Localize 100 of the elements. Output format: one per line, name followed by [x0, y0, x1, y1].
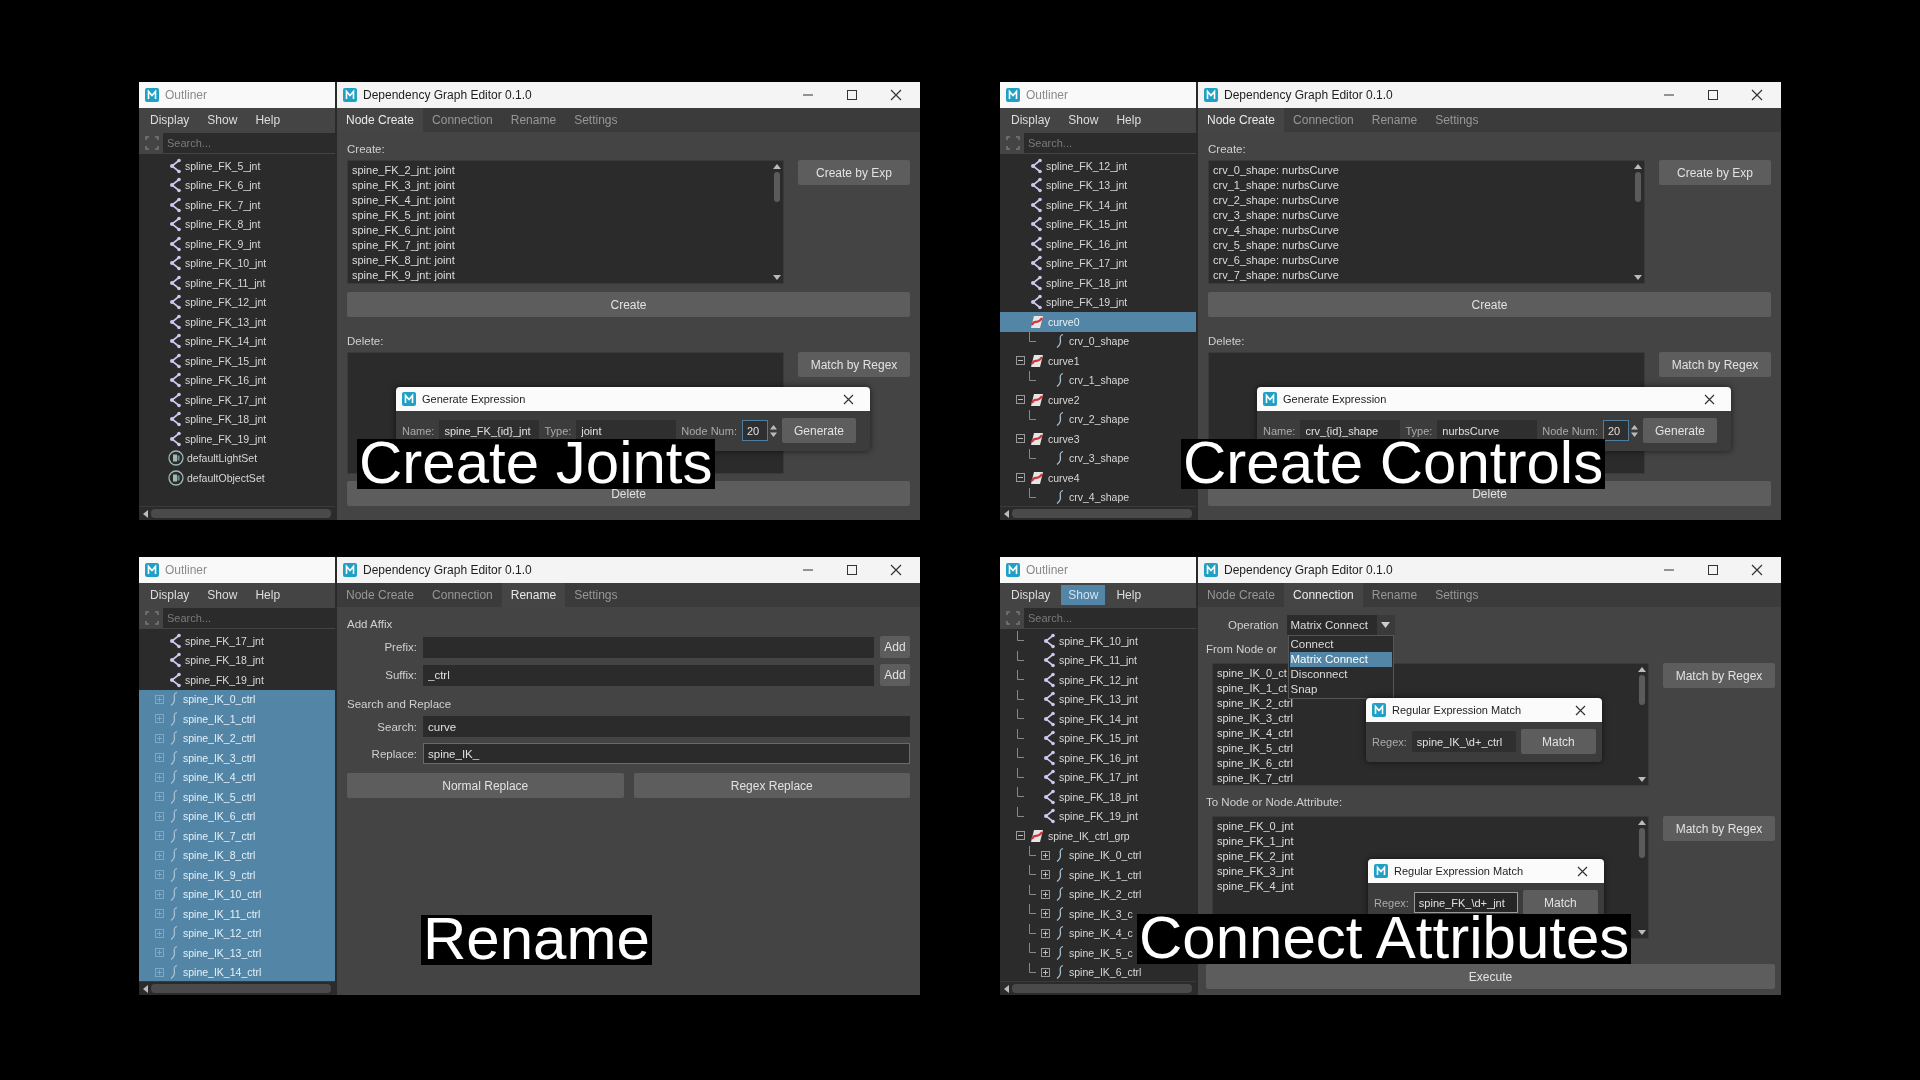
node-label[interactable]: defaultLightSet	[187, 452, 258, 465]
list-item[interactable]: crv_7_shape: nurbsCurve	[1213, 268, 1339, 283]
menu-item[interactable]: Show	[200, 585, 245, 605]
node-label[interactable]: curve4	[1048, 471, 1080, 484]
tab[interactable]: Node Create	[337, 583, 424, 607]
add-button[interactable]: Add	[880, 636, 910, 658]
node-label[interactable]: spline_FK_9_jnt	[185, 237, 261, 250]
menu-item[interactable]: Display	[1004, 585, 1058, 605]
tab[interactable]: Settings	[1426, 583, 1488, 607]
close-icon[interactable]	[1751, 564, 1763, 576]
node-label[interactable]: spline_FK_14_jnt	[185, 335, 267, 348]
node-label[interactable]: spine_IK_1_ctrl	[1069, 868, 1142, 881]
match-button[interactable]: Match	[1522, 890, 1598, 915]
outliner-row[interactable]: spine_IK_2_ctrl	[139, 728, 335, 748]
node-label[interactable]: spline_FK_13_jnt	[185, 315, 267, 328]
create-by-exp-button[interactable]: Create by Exp	[1659, 160, 1771, 185]
tab[interactable]: Rename	[501, 108, 566, 132]
node-label[interactable]: spline_FK_15_jnt	[185, 354, 267, 367]
node-label[interactable]: spine_FK_19_jnt	[1059, 810, 1138, 823]
expand-toggle-icon[interactable]	[154, 831, 164, 841]
dropdown-option[interactable]: Connect	[1289, 637, 1392, 652]
tab[interactable]: Settings	[565, 583, 627, 607]
text-field[interactable]: nurbsCurve	[1437, 420, 1538, 441]
text-field[interactable]: curve	[423, 716, 910, 737]
close-icon[interactable]	[1704, 393, 1715, 405]
maximize-icon[interactable]	[1707, 89, 1719, 101]
node-label[interactable]: spine_IK_ctrl_grp	[1048, 829, 1130, 842]
list-item[interactable]: spine_IK_2_ctrl	[1217, 696, 1293, 711]
list-item[interactable]: spine_FK_9_jnt: joint	[352, 268, 455, 283]
search-field[interactable]: Search...	[1024, 133, 1196, 153]
expand-toggle-icon[interactable]	[1040, 889, 1050, 899]
node-label[interactable]: spine_FK_15_jnt	[1059, 732, 1138, 745]
node-label[interactable]: spine_IK_3_c	[1069, 907, 1133, 920]
node-label[interactable]: defaultObjectSet	[187, 471, 265, 484]
list-item[interactable]: spine_FK_7_jnt: joint	[352, 238, 455, 253]
tab[interactable]: Settings	[565, 108, 627, 132]
node-label[interactable]: curve2	[1048, 393, 1080, 406]
expand-toggle-icon[interactable]	[154, 714, 164, 724]
expand-toggle-icon[interactable]	[154, 772, 164, 782]
match-by-regex-button[interactable]: Match by Regex	[1663, 663, 1775, 688]
expand-toggle-icon[interactable]	[154, 889, 164, 899]
list-item[interactable]: spine_FK_1_jnt	[1217, 834, 1294, 849]
create-by-exp-button[interactable]: Create by Exp	[798, 160, 910, 185]
tab[interactable]: Connection	[1284, 108, 1363, 132]
menu-item[interactable]: Help	[248, 110, 288, 130]
node-label[interactable]: spline_FK_14_jnt	[1046, 198, 1128, 211]
menu-item[interactable]: Display	[1004, 110, 1058, 130]
match-button[interactable]: Match	[1520, 729, 1596, 754]
list-item[interactable]: spine_FK_2_jnt	[1217, 849, 1294, 864]
expand-toggle-icon[interactable]	[1040, 967, 1050, 977]
menu-item[interactable]: Display	[143, 585, 197, 605]
list-item[interactable]: spine_FK_0_jnt	[1217, 819, 1294, 834]
expand-toggle-icon[interactable]	[154, 928, 164, 938]
list-item[interactable]: spine_FK_6_jnt: joint	[352, 223, 455, 238]
tab[interactable]: Connection	[1284, 583, 1363, 607]
list-item[interactable]: crv_4_shape: nurbsCurve	[1213, 223, 1339, 238]
spin-arrows-icon[interactable]	[1630, 423, 1638, 438]
list-item[interactable]: spine_IK_5_ctrl	[1217, 741, 1293, 756]
list-item[interactable]: spine_IK_4_ctrl	[1217, 726, 1293, 741]
list-item[interactable]: crv_2_shape: nurbsCurve	[1213, 193, 1339, 208]
list-item[interactable]: crv_1_shape: nurbsCurve	[1213, 178, 1339, 193]
node-label[interactable]: spline_FK_18_jnt	[185, 413, 267, 426]
expand-toggle-icon[interactable]	[154, 792, 164, 802]
close-icon[interactable]	[843, 393, 854, 405]
replace-button[interactable]: Regex Replace	[633, 773, 910, 798]
menu-item[interactable]: Show	[200, 110, 245, 130]
outliner-row[interactable]: spine_IK_3_ctrl	[139, 748, 335, 768]
node-label[interactable]: spline_FK_8_jnt	[185, 218, 261, 231]
execute-button[interactable]: Execute	[1206, 964, 1775, 989]
list-item[interactable]: spine_FK_8_jnt: joint	[352, 253, 455, 268]
expand-toggle-icon[interactable]	[154, 733, 164, 743]
node-label[interactable]: spline_FK_18_jnt	[1046, 276, 1128, 289]
node-label[interactable]: spline_FK_19_jnt	[1046, 296, 1128, 309]
list-item[interactable]: spine_FK_2_jnt: joint	[352, 163, 455, 178]
node-label[interactable]: crv_3_shape	[1069, 452, 1130, 465]
node-label[interactable]: spine_FK_13_jnt	[1059, 693, 1138, 706]
expand-toggle-icon[interactable]	[154, 870, 164, 880]
close-icon[interactable]	[1751, 89, 1763, 101]
collapse-toggle-icon[interactable]	[1015, 831, 1025, 841]
dropdown-option[interactable]: Disconnect	[1289, 667, 1392, 682]
list-item[interactable]: crv_0_shape: nurbsCurve	[1213, 163, 1339, 178]
create-button[interactable]: Create	[1208, 292, 1771, 317]
maximize-icon[interactable]	[1707, 564, 1719, 576]
text-field[interactable]: _ctrl	[423, 664, 874, 686]
node-label[interactable]: spine_FK_11_jnt	[1059, 654, 1138, 667]
list-item[interactable]: spine_FK_3_jnt	[1217, 864, 1294, 879]
tab[interactable]: Node Create	[1198, 583, 1285, 607]
list-item[interactable]: spine_IK_0_ct	[1217, 666, 1287, 681]
expand-toggle-icon[interactable]	[154, 850, 164, 860]
close-icon[interactable]	[1577, 865, 1588, 877]
list-item[interactable]: spine_IK_6_ctrl	[1217, 756, 1293, 771]
node-label[interactable]: curve1	[1048, 354, 1080, 367]
dropdown-option[interactable]: Matrix Connect	[1289, 652, 1392, 667]
node-label[interactable]: spline_FK_7_jnt	[185, 198, 261, 211]
list-item[interactable]: spine_FK_3_jnt: joint	[352, 178, 455, 193]
node-label[interactable]: spline_FK_11_jnt	[185, 276, 266, 289]
node-label[interactable]: spine_IK_2_ctrl	[1069, 888, 1142, 901]
node-label[interactable]: spine_FK_18_jnt	[1059, 790, 1138, 803]
generate-button[interactable]: Generate	[781, 418, 856, 443]
node-label[interactable]: crv_4_shape	[1069, 491, 1130, 504]
